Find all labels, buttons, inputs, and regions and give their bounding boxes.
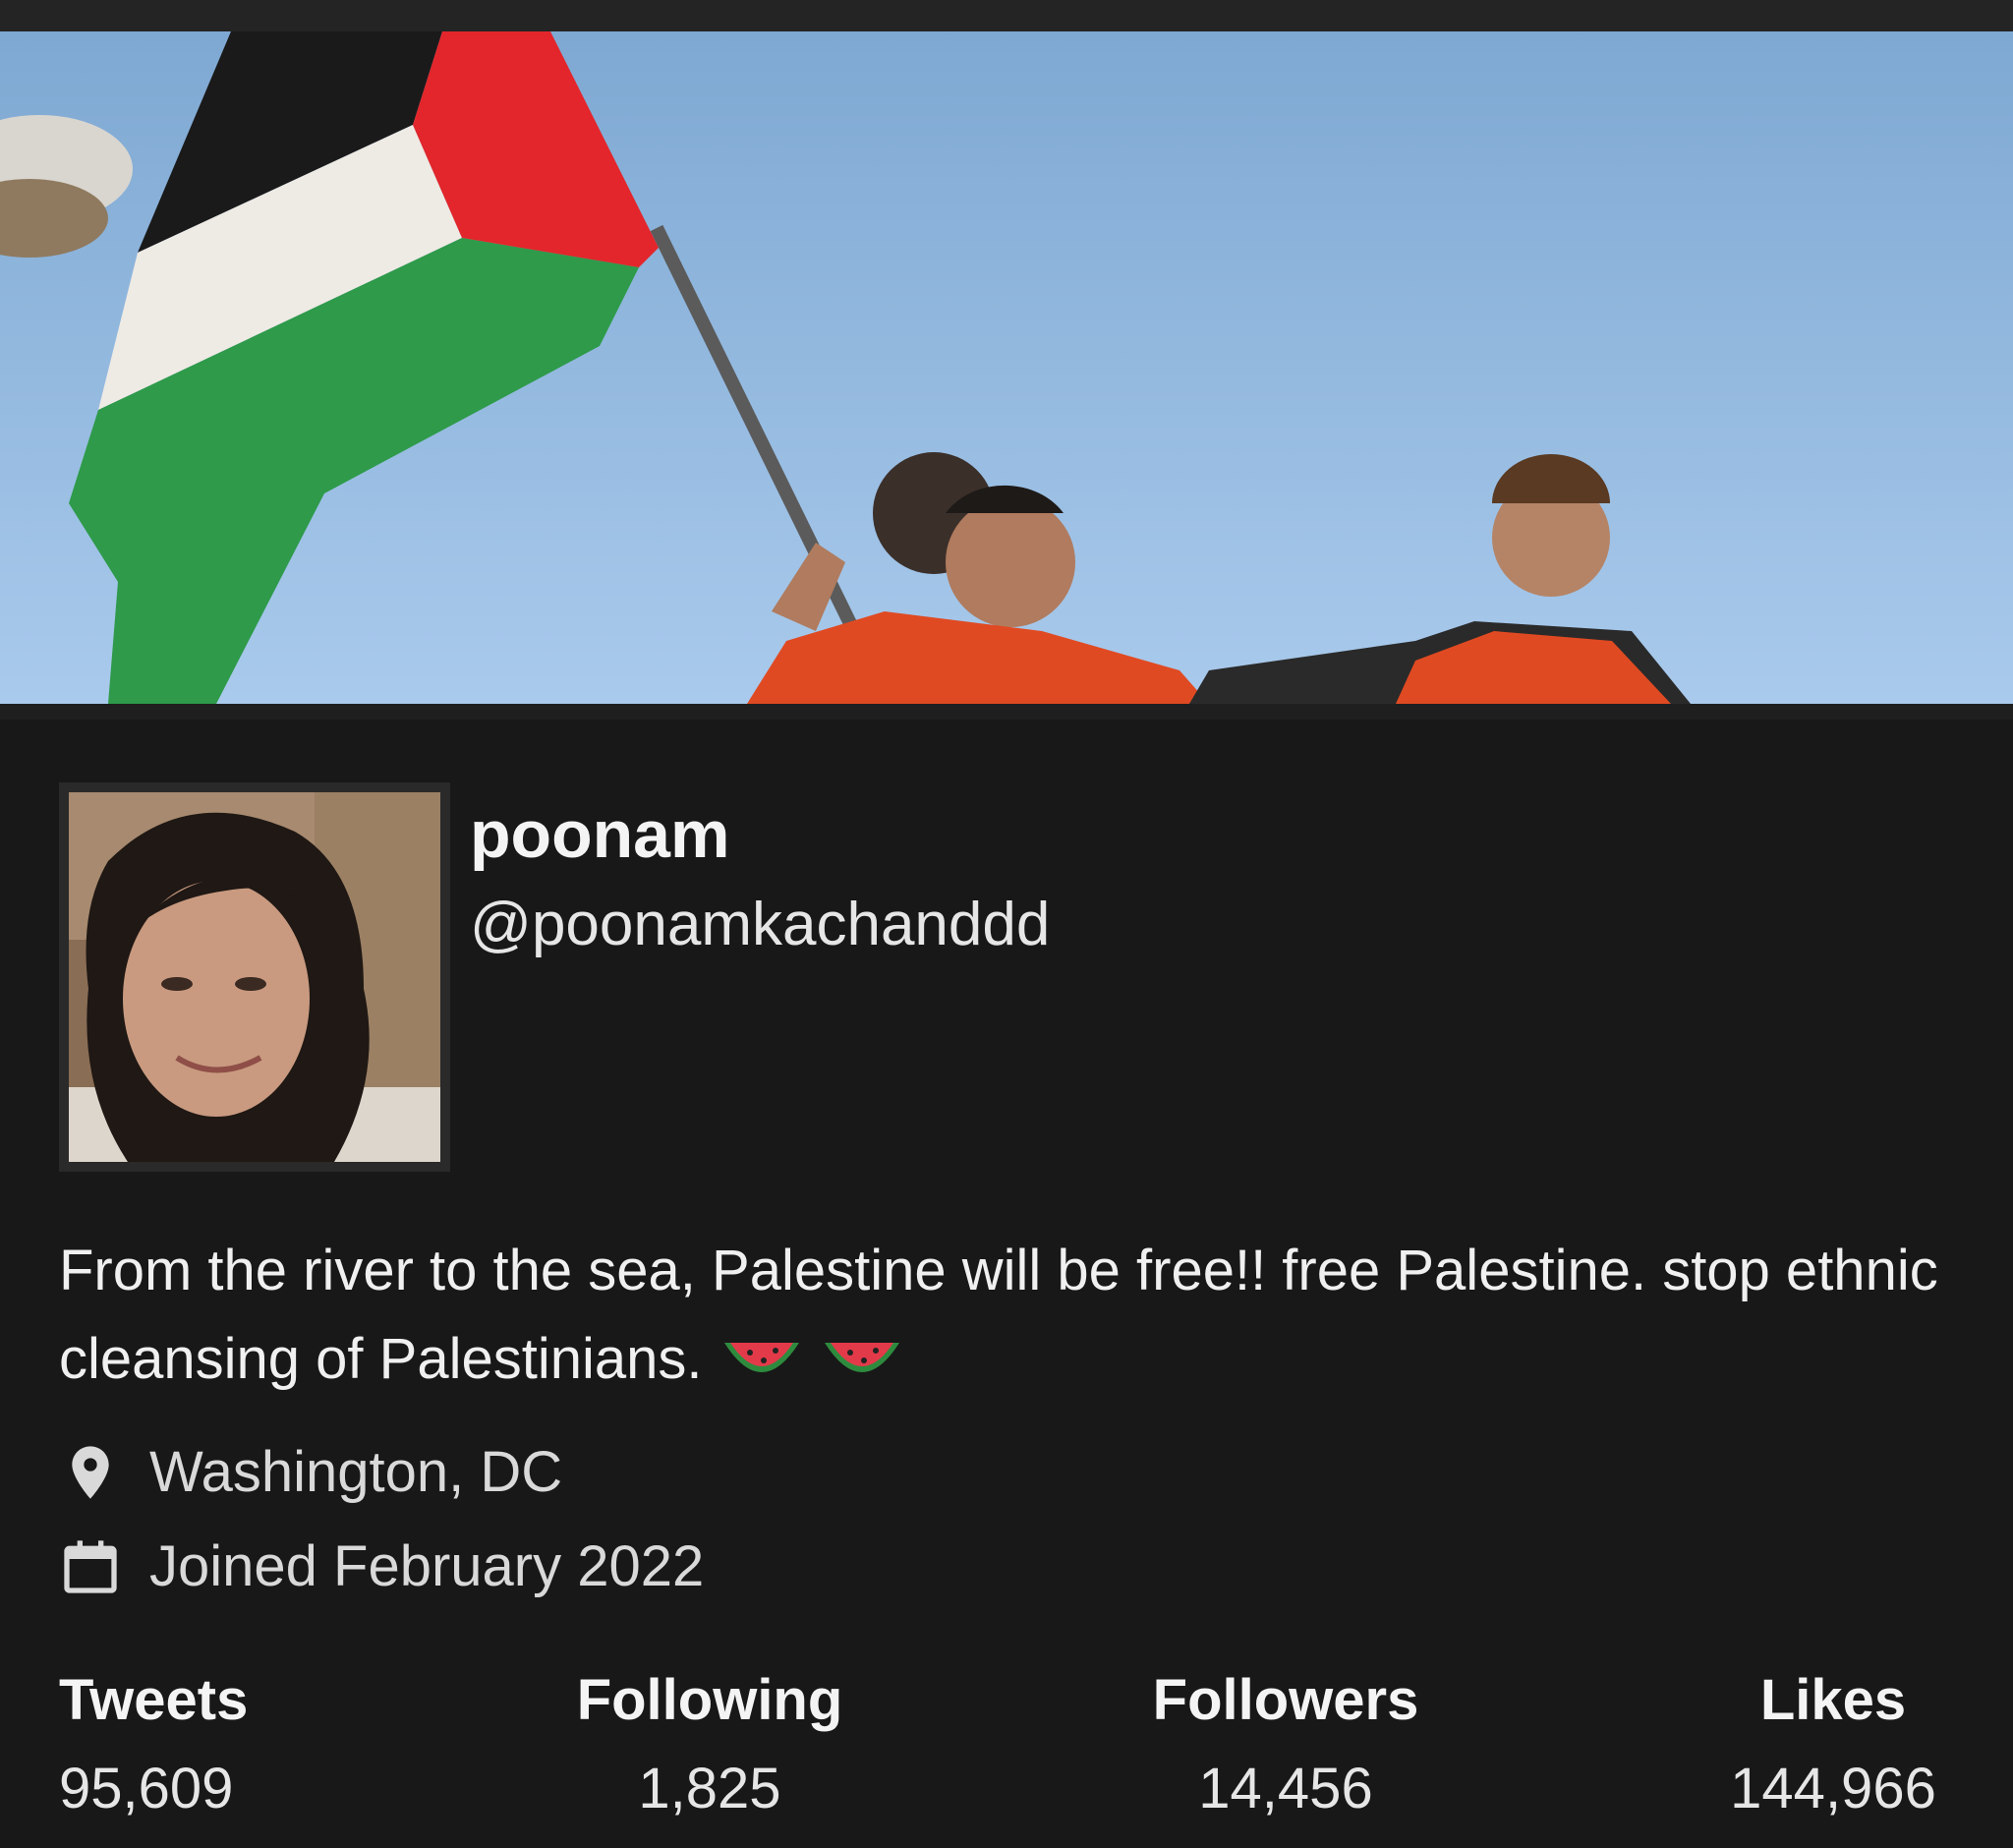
stat-followers[interactable]: Followers 14,456: [1130, 1661, 1441, 1838]
stat-label: Tweets: [59, 1668, 249, 1732]
watermelon-emoji: [821, 1333, 903, 1392]
stat-likes[interactable]: Likes 144,966: [1710, 1661, 1956, 1838]
stat-value: 14,456: [1198, 1757, 1373, 1820]
display-name: poonam: [470, 797, 730, 872]
bio-text: From the river to the sea, Palestine wil…: [59, 1239, 1938, 1391]
top-strip: [0, 0, 2013, 31]
watermelon-emoji: [720, 1333, 803, 1392]
joined-text: Joined February 2022: [149, 1534, 705, 1598]
profile-bio: From the river to the sea, Palestine wil…: [59, 1227, 1985, 1404]
profile-location: Washington, DC: [59, 1439, 562, 1505]
stat-value: 144,966: [1730, 1757, 1936, 1820]
profile-avatar[interactable]: [59, 782, 450, 1172]
profile-banner-image[interactable]: [0, 31, 2013, 704]
banner-divider: [0, 704, 2013, 720]
stat-label: Following: [576, 1668, 843, 1732]
calendar-icon: [59, 1535, 122, 1598]
user-handle[interactable]: @poonamkachanddd: [470, 890, 1050, 959]
stat-label: Likes: [1759, 1668, 1907, 1732]
profile-stats: Tweets 95,609 Following 1,825 Followers …: [0, 1661, 2013, 1838]
stat-following[interactable]: Following 1,825: [560, 1661, 859, 1838]
stat-value: 1,825: [638, 1757, 781, 1820]
stat-label: Followers: [1152, 1668, 1419, 1732]
map-pin-icon: [59, 1441, 122, 1504]
stat-value: 95,609: [59, 1757, 234, 1820]
location-text: Washington, DC: [149, 1440, 563, 1504]
stat-tweets[interactable]: Tweets 95,609: [59, 1661, 248, 1838]
profile-joined: Joined February 2022: [59, 1533, 704, 1599]
